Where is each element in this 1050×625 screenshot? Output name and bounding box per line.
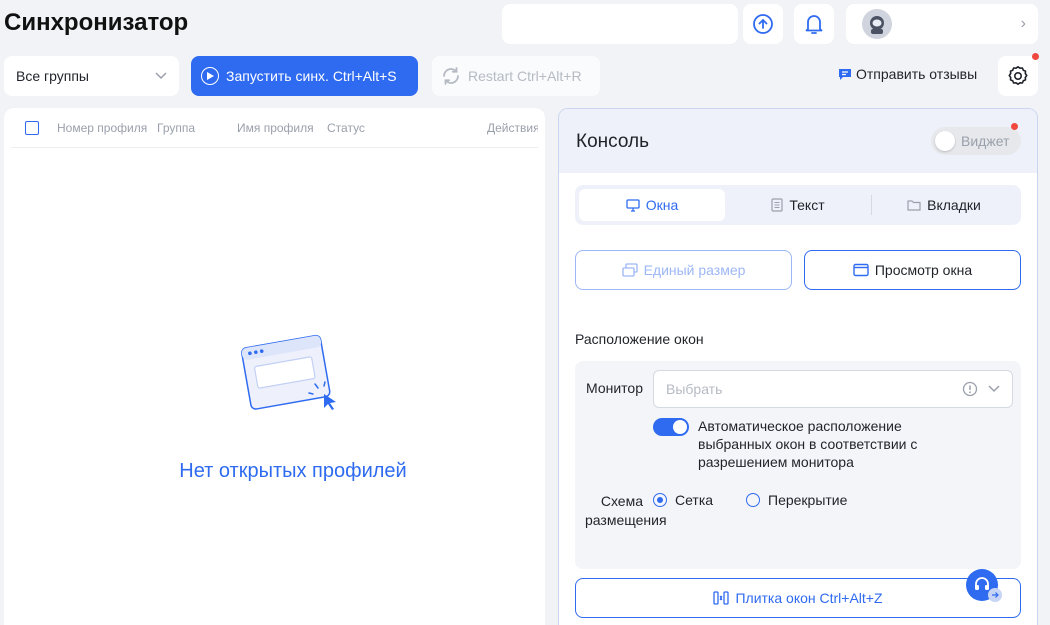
group-select[interactable]: Все группы xyxy=(4,56,179,96)
empty-window-illustration xyxy=(241,334,336,410)
window-preview-button[interactable]: Просмотр окна xyxy=(804,250,1021,290)
tab-text[interactable]: Текст xyxy=(725,189,871,221)
settings-button[interactable] xyxy=(998,56,1038,96)
notifications-button[interactable] xyxy=(794,4,834,44)
console-tabs: Окна Текст Вкладки xyxy=(575,185,1021,225)
uniform-size-button[interactable]: Единый размер xyxy=(575,250,792,290)
browser-window-icon xyxy=(853,263,869,277)
arrangement-section-title: Расположение окон xyxy=(575,331,704,347)
monitor-label: Монитор xyxy=(586,380,643,396)
console-title: Консоль xyxy=(576,131,649,152)
tab-tabs[interactable]: Вкладки xyxy=(871,189,1017,221)
chevron-down-icon xyxy=(155,72,167,80)
astronaut-icon xyxy=(870,16,884,34)
document-icon xyxy=(771,198,783,212)
layout-option-grid[interactable]: Сетка xyxy=(653,492,713,508)
widget-notification-dot xyxy=(1011,123,1018,130)
restart-button[interactable]: Restart Ctrl+Alt+R xyxy=(432,56,600,96)
uniform-size-label: Единый размер xyxy=(643,262,746,278)
table-header: Номер профиля Группа Имя профиля Статус … xyxy=(11,118,538,148)
radio-overlap[interactable] xyxy=(746,493,760,507)
select-all-checkbox[interactable] xyxy=(25,121,39,135)
arrangement-settings: Монитор Выбрать Автоматическое расположе… xyxy=(575,361,1021,569)
layout-option-grid-label: Сетка xyxy=(675,492,714,508)
settings-notification-dot xyxy=(1032,53,1039,60)
restart-label: Restart Ctrl+Alt+R xyxy=(468,68,582,84)
feedback-label: Отправить отзывы xyxy=(856,66,978,82)
tab-windows[interactable]: Окна xyxy=(579,189,725,221)
auto-arrange-switch[interactable] xyxy=(653,418,689,436)
tile-windows-button[interactable]: Плитка окон Ctrl+Alt+Z xyxy=(575,578,1021,618)
column-header-actions[interactable]: Действия xyxy=(487,121,538,135)
message-icon xyxy=(839,68,851,80)
info-icon xyxy=(962,381,978,397)
monitor-icon xyxy=(626,198,640,212)
monitor-select-placeholder: Выбрать xyxy=(666,381,723,397)
layout-option-overlap[interactable]: Перекрытие xyxy=(746,492,847,508)
start-sync-button[interactable]: Запустить синх. Ctrl+Alt+S xyxy=(191,56,418,96)
account-menu[interactable]: › xyxy=(846,4,1038,44)
profiles-table-panel: Номер профиля Группа Имя профиля Статус … xyxy=(4,108,545,625)
chevron-down-icon xyxy=(988,385,1000,393)
widget-label: Виджет xyxy=(961,133,1010,149)
start-sync-label: Запустить синх. Ctrl+Alt+S xyxy=(226,68,397,84)
tab-tabs-label: Вкладки xyxy=(927,197,981,213)
bell-icon xyxy=(805,15,823,34)
tile-windows-label: Плитка окон Ctrl+Alt+Z xyxy=(735,590,883,606)
group-select-value: Все группы xyxy=(16,68,89,84)
avatar xyxy=(862,9,892,39)
sync-status-button[interactable] xyxy=(743,4,783,44)
empty-state-text: Нет открытых профилей xyxy=(179,460,407,482)
auto-arrange-description: Автоматическое расположение выбранных ок… xyxy=(698,418,918,470)
column-header-profile-number[interactable]: Номер профиля xyxy=(57,121,149,135)
column-header-status[interactable]: Статус xyxy=(327,121,387,135)
window-preview-label: Просмотр окна xyxy=(874,262,973,278)
widget-toggle-knob xyxy=(935,131,955,151)
gear-icon xyxy=(1008,66,1028,85)
column-header-profile-name[interactable]: Имя профиля xyxy=(237,121,319,135)
console-panel: Консоль Виджет Окна Текст Вкладки Единый… xyxy=(558,108,1038,625)
tab-windows-label: Окна xyxy=(645,197,679,213)
folder-icon xyxy=(907,200,921,211)
arrow-right-icon[interactable] xyxy=(988,588,1002,602)
windows-stack-icon xyxy=(621,263,638,277)
layout-scheme-label: Схема размещения xyxy=(585,493,667,528)
cloud-upload-icon xyxy=(753,14,773,34)
play-icon xyxy=(201,67,219,85)
page-title: Синхронизатор xyxy=(4,9,189,36)
tile-columns-icon xyxy=(713,591,730,605)
widget-toggle[interactable]: Виджет xyxy=(931,127,1021,155)
monitor-select[interactable]: Выбрать xyxy=(653,370,1013,408)
refresh-icon xyxy=(443,67,459,85)
radio-grid[interactable] xyxy=(653,493,667,507)
chevron-right-icon: › xyxy=(1020,15,1026,32)
tab-text-label: Текст xyxy=(789,197,825,213)
layout-option-overlap-label: Перекрытие xyxy=(768,492,848,508)
feedback-link[interactable]: Отправить отзывы xyxy=(838,66,977,82)
console-header: Консоль Виджет xyxy=(559,109,1037,173)
top-search-field[interactable] xyxy=(502,4,738,44)
column-header-group[interactable]: Группа xyxy=(157,121,229,135)
